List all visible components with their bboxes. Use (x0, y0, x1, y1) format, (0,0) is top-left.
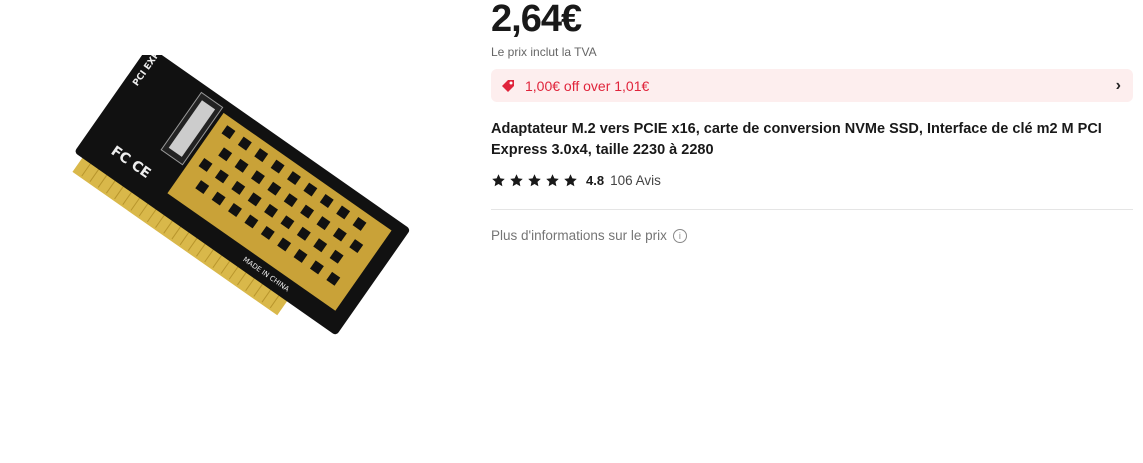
vat-note: Le prix inclut la TVA (491, 45, 597, 59)
star-icon (528, 174, 541, 187)
price-info-link[interactable]: Plus d'informations sur le prix i (491, 228, 687, 243)
star-icon (510, 174, 523, 187)
promo-banner[interactable]: 1,00€ off over 1,01€ › (491, 69, 1133, 102)
star-icon (564, 174, 577, 187)
product-image[interactable]: MADE IN CHINA PCI EXPRESS FC CE (40, 55, 430, 365)
product-price: 2,64€ (491, 0, 582, 40)
star-icon (546, 174, 559, 187)
rating-stars (491, 173, 578, 188)
star-icon (492, 174, 505, 187)
info-icon[interactable]: i (672, 228, 687, 243)
rating-row[interactable]: 4.8 106 Avis (491, 173, 661, 188)
price-info-label: Plus d'informations sur le prix (491, 228, 667, 243)
chevron-right-icon[interactable]: › (1116, 77, 1121, 95)
divider (491, 209, 1133, 210)
product-title: Adaptateur M.2 vers PCIE x16, carte de c… (491, 121, 1102, 158)
tag-icon (500, 78, 516, 94)
rating-score: 4.8 (586, 173, 605, 188)
promo-text: 1,00€ off over 1,01€ (525, 77, 650, 94)
review-count-link[interactable]: 106 Avis (610, 173, 661, 188)
